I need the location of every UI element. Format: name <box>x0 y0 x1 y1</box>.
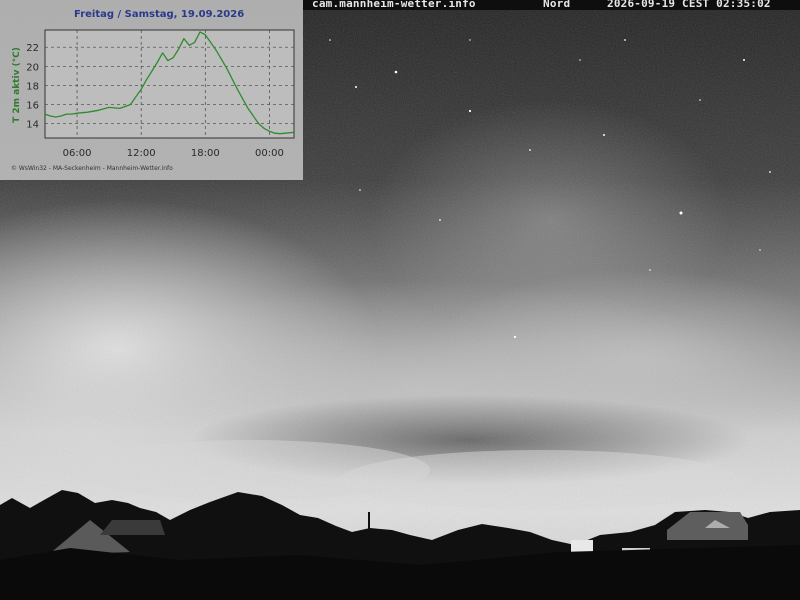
chart-credit: © WsWin32 - MA-Seckenheim - Mannheim-Wet… <box>11 165 173 172</box>
y-tick-label: 16 <box>26 101 39 112</box>
x-tick-label: 00:00 <box>255 148 284 159</box>
x-tick-label: 18:00 <box>191 148 220 159</box>
y-tick-label: 20 <box>26 62 39 73</box>
site-url: cam.mannheim-wetter.info <box>312 0 476 10</box>
x-tick-label: 12:00 <box>127 148 156 159</box>
x-tick-label: 06:00 <box>63 148 92 159</box>
temperature-chart-panel: Freitag / Samstag, 19.09.2026 T 2m aktiv… <box>0 0 303 180</box>
y-tick-label: 14 <box>26 120 39 131</box>
y-tick-label: 22 <box>26 43 39 54</box>
capture-timestamp: 2026-09-19 CEST 02:35:02 <box>607 0 771 10</box>
camera-direction: Nord <box>543 0 571 10</box>
temperature-chart: 14 16 18 20 22 06:00 12:00 18:00 00:00 <box>26 29 295 159</box>
y-tick-label: 18 <box>26 81 39 92</box>
